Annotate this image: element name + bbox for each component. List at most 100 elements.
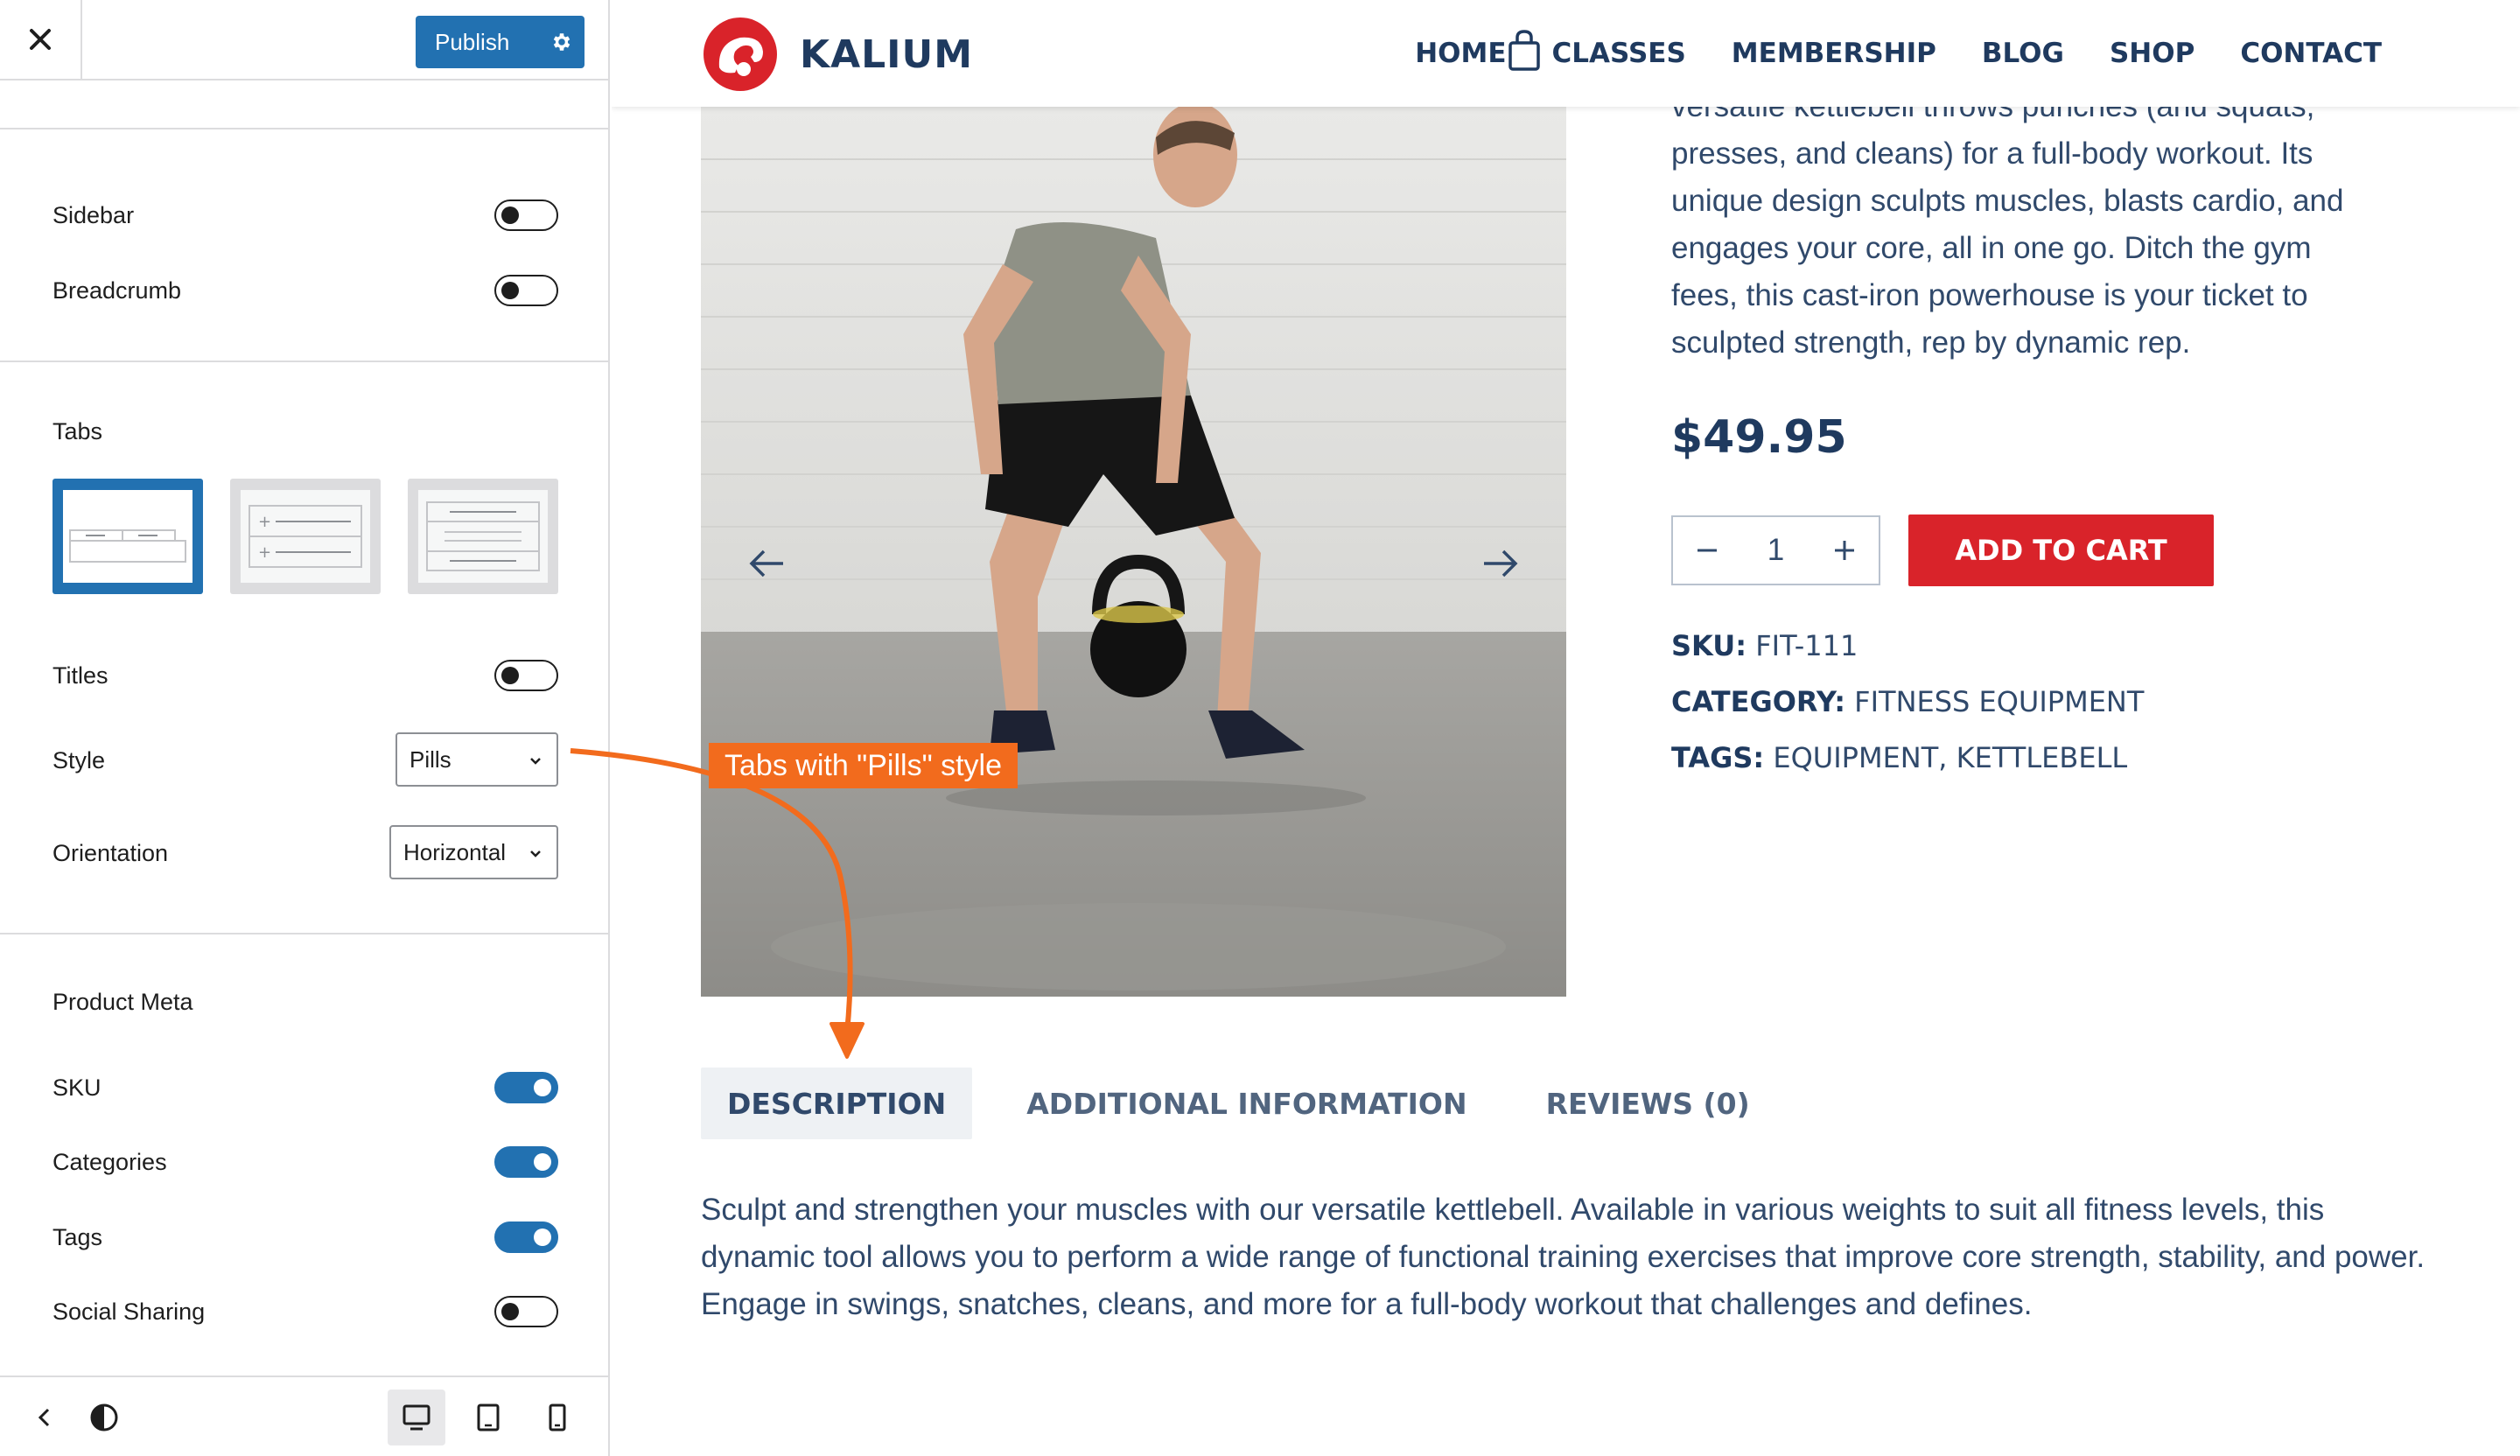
section-divider — [0, 360, 608, 362]
tab-style-select-value: Pills — [410, 746, 452, 773]
tab-orientation-select[interactable]: Horizontal — [389, 825, 558, 879]
sidebar-toggle-label: Sidebar — [52, 202, 135, 228]
site-logo[interactable]: KALIUM — [700, 17, 973, 92]
tab-layout-stacked-option[interactable] — [408, 479, 558, 594]
horizontal-tabs-icon — [69, 529, 186, 563]
sku-label: SKU: — [1671, 629, 1747, 662]
product-meta-section-heading: Product Meta — [52, 989, 193, 1015]
tab-reviews[interactable]: REVIEWS (0) — [1546, 1068, 1750, 1139]
product-tags: TAGS: EQUIPMENT, KETTLEBELL — [1671, 741, 2127, 774]
chevron-down-icon — [530, 850, 541, 858]
arrow-left-icon — [749, 550, 783, 578]
product-price: $49.95 — [1671, 411, 1847, 464]
tags-toggle[interactable] — [494, 1222, 558, 1253]
quantity-decrease-button[interactable] — [1673, 517, 1741, 584]
preview-tablet-button[interactable] — [459, 1390, 517, 1446]
tab-layout-horizontal-preview — [63, 490, 192, 583]
categories-toggle[interactable] — [494, 1146, 558, 1178]
shopping-bag-icon — [1508, 30, 1540, 71]
nav-home[interactable]: HOME — [1415, 38, 1506, 69]
product-category: CATEGORY: FITNESS EQUIPMENT — [1671, 685, 2144, 718]
short-description-line: engages your core, all in one go. Ditch … — [1671, 231, 2312, 265]
tablet-icon — [477, 1404, 500, 1432]
collapse-sidebar-button[interactable] — [16, 1390, 74, 1446]
tabs-section-heading: Tabs — [52, 418, 103, 444]
short-description-line: fees, this cast-iron powerhouse is your … — [1671, 278, 2308, 312]
social-sharing-toggle-label: Social Sharing — [52, 1298, 206, 1325]
tab-description-content: Sculpt and strengthen your muscles with … — [701, 1193, 2426, 1321]
publish-settings-gear-icon[interactable] — [539, 16, 584, 68]
toggle-knob — [534, 1228, 551, 1246]
sku-value: FIT-111 — [1755, 629, 1858, 662]
annotation-callout: Tabs with "Pills" style — [709, 743, 1018, 788]
tags-label: TAGS: — [1671, 741, 1765, 774]
tab-additional-information[interactable]: ADDITIONAL INFORMATION — [1026, 1068, 1466, 1139]
chevron-down-icon — [530, 758, 541, 765]
nav-classes[interactable]: CLASSES — [1552, 38, 1686, 69]
short-description: versatile kettlebell throws punches (and… — [1671, 83, 2459, 367]
site-header: KALIUM HOME CLASSES MEMBERSHIP BLOG SHOP… — [612, 0, 2520, 107]
customizer-header: Publish — [0, 0, 608, 80]
nav-shop[interactable]: SHOP — [2110, 38, 2194, 69]
category-link[interactable]: FITNESS EQUIPMENT — [1854, 685, 2144, 718]
mobile-icon — [549, 1404, 566, 1432]
tab-layout-stacked-preview — [418, 490, 548, 583]
tag-link[interactable]: EQUIPMENT — [1773, 741, 1938, 774]
nav-contact[interactable]: CONTACT — [2240, 38, 2382, 69]
site-logo-text: KALIUM — [800, 32, 974, 77]
gallery-prev-button[interactable] — [745, 542, 790, 584]
contrast-icon — [90, 1404, 118, 1432]
social-sharing-toggle[interactable] — [494, 1296, 558, 1327]
chevron-left-icon — [38, 1408, 50, 1427]
toggle-knob — [501, 667, 519, 684]
category-label: CATEGORY: — [1671, 685, 1845, 718]
toggle-knob — [501, 282, 519, 299]
preview-desktop-button[interactable] — [388, 1390, 445, 1446]
publish-label: Publish — [435, 28, 510, 55]
site-preview: versatile kettlebell throws punches (and… — [612, 0, 2520, 1456]
close-customizer-button[interactable] — [0, 0, 82, 79]
svg-text:+: + — [258, 543, 271, 562]
tab-layout-accordion-option[interactable]: + + — [230, 479, 381, 594]
nav-membership[interactable]: MEMBERSHIP — [1732, 38, 1936, 69]
toggle-knob — [534, 1079, 551, 1096]
tab-description[interactable]: DESCRIPTION — [701, 1068, 973, 1139]
publish-button[interactable]: Publish — [416, 16, 584, 68]
quantity-input[interactable] — [1741, 517, 1810, 584]
stacked-tabs-icon — [426, 501, 540, 571]
sku-toggle[interactable] — [494, 1072, 558, 1103]
orientation-select-label: Orientation — [52, 840, 169, 866]
style-select-label: Style — [52, 747, 106, 774]
customizer-panel: Publish Sidebar Breadcrumb Tabs + + Titl… — [0, 0, 610, 1456]
categories-toggle-label: Categories — [52, 1149, 167, 1175]
nav-blog[interactable]: BLOG — [1982, 38, 2064, 69]
product-image[interactable] — [701, 107, 1566, 997]
close-icon — [30, 29, 51, 50]
sidebar-toggle[interactable] — [494, 200, 558, 231]
breadcrumb-toggle[interactable] — [494, 275, 558, 306]
quantity-increase-button[interactable] — [1810, 517, 1879, 584]
preview-mobile-button[interactable] — [528, 1390, 586, 1446]
tab-layout-horizontal-option[interactable] — [52, 479, 203, 594]
short-description-line: unique design sculpts muscles, blasts ca… — [1671, 184, 2344, 218]
tab-orientation-select-value: Horizontal — [403, 838, 507, 865]
section-divider — [0, 128, 608, 130]
add-to-cart-button[interactable]: ADD TO CART — [1908, 514, 2214, 586]
tab-layout-accordion-preview: + + — [241, 490, 370, 583]
titles-toggle[interactable] — [494, 660, 558, 691]
product-sku: SKU: FIT-111 — [1671, 629, 1858, 662]
breadcrumb-toggle-label: Breadcrumb — [52, 277, 182, 304]
contrast-toggle-button[interactable] — [75, 1390, 133, 1446]
kalium-logo-icon — [704, 18, 777, 91]
svg-text:+: + — [258, 513, 271, 531]
tab-style-select[interactable]: Pills — [396, 732, 558, 787]
tags-toggle-label: Tags — [52, 1224, 103, 1250]
toggle-knob — [501, 206, 519, 224]
minus-icon — [1698, 549, 1717, 552]
gallery-next-button[interactable] — [1477, 542, 1522, 584]
kettlebell-athlete-photo — [701, 107, 1566, 997]
quantity-stepper — [1671, 515, 1880, 585]
cart-button[interactable] — [1507, 29, 1542, 73]
desktop-icon — [402, 1404, 430, 1431]
tag-link[interactable]: KETTLEBELL — [1956, 741, 2128, 774]
